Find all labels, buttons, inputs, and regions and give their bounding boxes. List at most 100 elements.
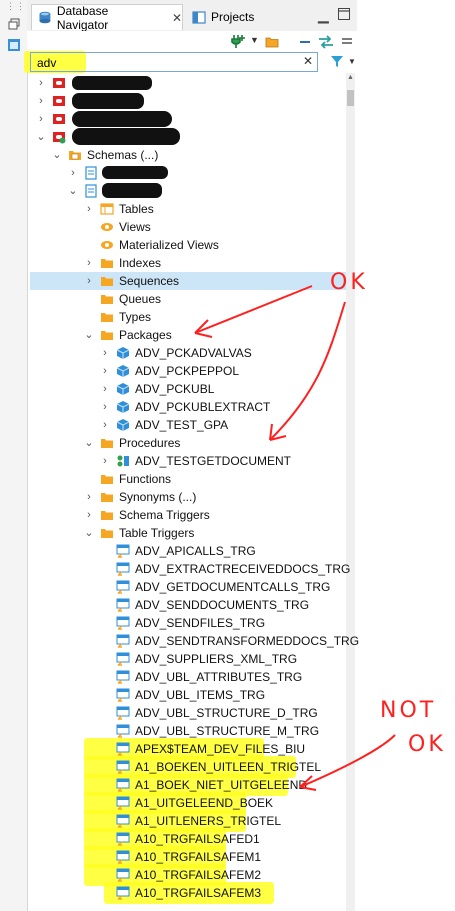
filter-input-container: ✕ xyxy=(30,52,318,72)
dropdown-icon[interactable]: ▼ xyxy=(348,57,356,66)
trigger-node[interactable]: ADV_UBL_STRUCTURE_D_TRG xyxy=(30,704,346,722)
collapse-arrow-icon[interactable]: ⌄ xyxy=(84,527,94,539)
trigger-label: ADV_GETDOCUMENTCALLS_TRG xyxy=(135,580,331,594)
restore-icon[interactable] xyxy=(7,17,21,31)
schema-node[interactable]: › xyxy=(30,164,346,182)
schema-icon xyxy=(85,166,97,180)
new-connection-icon[interactable] xyxy=(229,33,247,49)
folder-procedures[interactable]: ⌄ Procedures xyxy=(30,434,346,452)
link-with-editor-icon[interactable] xyxy=(317,34,335,50)
trigger-node[interactable]: ADV_EXTRACTRECEIVEDDOCS_TRG xyxy=(30,560,350,578)
clear-icon[interactable]: ✕ xyxy=(303,54,313,68)
trigger-node[interactable]: ADV_UBL_ATTRIBUTES_TRG xyxy=(30,668,346,686)
database-navigator-view-icon[interactable] xyxy=(7,38,21,52)
folder-schema-triggers[interactable]: › Schema Triggers xyxy=(30,506,346,524)
trigger-label: ADV_SENDDOCUMENTS_TRG xyxy=(135,598,310,612)
trigger-node[interactable]: A10_TRGFAILSAFEM3 xyxy=(30,884,346,902)
folder-materialized-views[interactable]: Materialized Views xyxy=(30,236,346,254)
tab-projects[interactable]: Projects xyxy=(186,4,276,30)
expand-arrow-icon[interactable]: › xyxy=(84,203,94,215)
collapse-arrow-icon[interactable]: ⌄ xyxy=(84,437,94,449)
trigger-node[interactable]: ADV_SENDDOCUMENTS_TRG xyxy=(30,596,346,614)
trigger-node[interactable]: ADV_SUPPLIERS_XML_TRG xyxy=(30,650,346,668)
tab-database-navigator[interactable]: Database Navigator ✕ xyxy=(31,4,183,32)
filter-icon[interactable] xyxy=(329,53,345,69)
dropdown-icon[interactable]: ▼ xyxy=(250,35,259,45)
minimize-icon[interactable]: ▁ xyxy=(318,7,329,24)
package-node[interactable]: › ADV_PCKUBL xyxy=(30,380,346,398)
folder-functions[interactable]: Functions xyxy=(30,470,346,488)
expand-arrow-icon[interactable]: › xyxy=(100,365,110,377)
expand-arrow-icon[interactable]: › xyxy=(36,113,46,125)
new-folder-icon[interactable] xyxy=(265,35,279,49)
trigger-node[interactable]: ADV_APICALLS_TRG xyxy=(30,542,346,560)
folder-packages[interactable]: ⌄ Packages xyxy=(30,326,346,344)
trigger-icon xyxy=(116,778,130,792)
folder-table-triggers[interactable]: ⌄ Table Triggers xyxy=(30,524,346,542)
maximize-icon[interactable] xyxy=(337,7,351,21)
package-node[interactable]: › ADV_PCKPEPPOL xyxy=(30,362,346,380)
drag-handle-icon[interactable]: ⋮⋮⋮ xyxy=(6,2,35,11)
view-menu-icon[interactable] xyxy=(340,35,354,49)
folder-views[interactable]: Views xyxy=(30,218,346,236)
collapse-all-icon[interactable] xyxy=(298,35,312,49)
collapse-arrow-icon[interactable]: ⌄ xyxy=(84,329,94,341)
trigger-icon xyxy=(116,724,130,738)
connection-node[interactable]: › xyxy=(30,74,346,92)
trigger-node[interactable]: ADV_GETDOCUMENTCALLS_TRG xyxy=(30,578,346,596)
folder-synonyms[interactable]: › Synonyms (...) xyxy=(30,488,346,506)
trigger-node[interactable]: ADV_UBL_ITEMS_TRG xyxy=(30,686,346,704)
trigger-label: ADV_EXTRACTRECEIVEDDOCS_TRG xyxy=(135,562,351,576)
connection-node[interactable]: › xyxy=(30,110,346,128)
expand-arrow-icon[interactable]: › xyxy=(100,383,110,395)
scroll-up-icon[interactable]: ▲ xyxy=(347,74,354,81)
procedure-node[interactable]: › ADV_TESTGETDOCUMENT xyxy=(30,452,346,470)
trigger-label: A10_TRGFAILSAFED1 xyxy=(135,832,260,846)
scrollbar-thumb[interactable] xyxy=(347,90,354,106)
trigger-icon xyxy=(116,850,130,864)
expand-arrow-icon[interactable]: › xyxy=(36,95,46,107)
expand-arrow-icon[interactable]: › xyxy=(100,347,110,359)
collapse-arrow-icon[interactable]: ⌄ xyxy=(52,149,62,161)
folder-tables[interactable]: › Tables xyxy=(30,200,346,218)
expand-arrow-icon[interactable]: › xyxy=(100,419,110,431)
left-strip xyxy=(0,0,28,911)
views-icon xyxy=(101,223,113,231)
filter-input[interactable] xyxy=(37,55,297,70)
oracle-connection-icon xyxy=(53,78,65,88)
expand-arrow-icon[interactable]: › xyxy=(84,509,94,521)
package-node[interactable]: › ADV_TEST_GPA xyxy=(30,416,346,434)
close-icon[interactable]: ✕ xyxy=(172,11,182,25)
expand-arrow-icon[interactable]: › xyxy=(84,491,94,503)
package-node[interactable]: › ADV_PCKUBLEXTRACT xyxy=(30,398,346,416)
database-icon xyxy=(39,11,51,24)
folder-label: Materialized Views xyxy=(119,238,219,252)
folder-label: Packages xyxy=(119,328,172,342)
materialized-views-icon xyxy=(101,241,113,249)
collapse-arrow-icon[interactable]: ⌄ xyxy=(68,185,78,197)
expand-arrow-icon[interactable]: › xyxy=(36,77,46,89)
package-node[interactable]: › ADV_PCKADVALVAS xyxy=(30,344,346,362)
folder-indexes[interactable]: › Indexes xyxy=(30,254,346,272)
expand-arrow-icon[interactable]: › xyxy=(100,455,110,467)
folder-icon xyxy=(101,511,113,520)
vertical-scrollbar[interactable] xyxy=(346,73,355,911)
collapse-arrow-icon[interactable]: ⌄ xyxy=(36,131,46,143)
expand-arrow-icon[interactable]: › xyxy=(84,275,94,287)
trigger-node[interactable]: ADV_SENDTRANSFORMEDDOCS_TRG xyxy=(30,632,359,650)
expand-arrow-icon[interactable]: › xyxy=(84,257,94,269)
package-icon xyxy=(116,401,130,413)
redacted-label xyxy=(72,76,152,90)
folder-sequences[interactable]: › Sequences xyxy=(30,272,346,290)
connection-node[interactable]: › xyxy=(30,92,346,110)
connection-node-expanded[interactable]: ⌄ xyxy=(30,128,346,146)
folder-types[interactable]: Types xyxy=(30,308,346,326)
schema-node-expanded[interactable]: ⌄ xyxy=(30,182,346,200)
folder-queues[interactable]: Queues xyxy=(30,290,346,308)
trigger-node[interactable]: ADV_SENDFILES_TRG xyxy=(30,614,346,632)
schemas-folder[interactable]: ⌄ Schemas (...) xyxy=(30,146,346,164)
trigger-label: A1_BOEKEN_UITLEEN_TRIGTEL xyxy=(135,760,322,774)
expand-arrow-icon[interactable]: › xyxy=(100,401,110,413)
expand-arrow-icon[interactable]: › xyxy=(68,167,78,179)
trigger-icon xyxy=(116,616,130,630)
